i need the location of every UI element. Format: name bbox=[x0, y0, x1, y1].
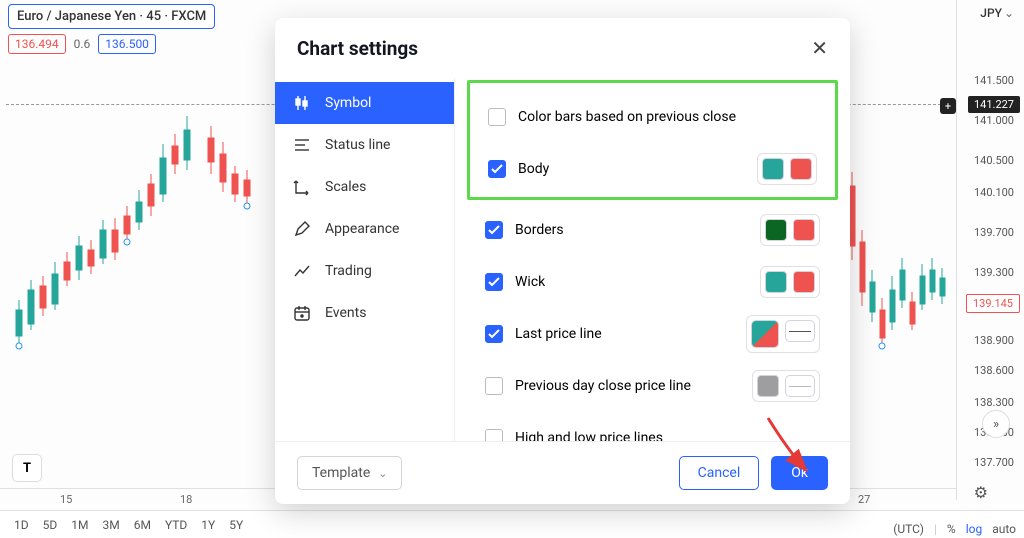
interval-ytd[interactable]: YTD bbox=[159, 514, 193, 536]
y-tick: 141.500 bbox=[974, 74, 1014, 87]
close-icon[interactable]: ✕ bbox=[811, 36, 828, 60]
gear-icon[interactable]: ⚙ bbox=[974, 483, 988, 502]
cancel-button[interactable]: Cancel bbox=[679, 456, 760, 490]
borders-up-color[interactable] bbox=[765, 219, 787, 241]
currency-dropdown[interactable]: JPY bbox=[980, 6, 1014, 20]
x-tick: 27 bbox=[858, 493, 870, 506]
ok-button[interactable]: Ok bbox=[771, 456, 828, 490]
sidebar-item-label: Scales bbox=[325, 179, 366, 195]
y-tick: 138.900 bbox=[974, 334, 1014, 347]
pen-icon bbox=[293, 220, 311, 238]
y-tick: 141.000 bbox=[974, 114, 1014, 127]
symbol-title[interactable]: Euro / Japanese Yen · 45 · FXCM bbox=[8, 4, 215, 29]
candles-icon bbox=[293, 94, 311, 112]
interval-1d[interactable]: 1D bbox=[8, 514, 35, 536]
last-price-line-style[interactable] bbox=[785, 320, 815, 342]
utc-label[interactable]: (UTC) bbox=[893, 522, 924, 536]
y-tick: 138.300 bbox=[974, 396, 1014, 409]
trend-icon bbox=[293, 262, 311, 280]
y-tick: 139.300 bbox=[974, 266, 1014, 279]
auto-toggle[interactable]: auto bbox=[992, 522, 1016, 536]
y-highlight-last: 139.145 bbox=[966, 294, 1020, 313]
x-tick: 18 bbox=[180, 493, 192, 506]
sidebar-item-status-line[interactable]: Status line bbox=[275, 124, 454, 166]
modal-title: Chart settings bbox=[297, 37, 418, 60]
y-highlight-dark: 141.227 bbox=[968, 96, 1020, 113]
sidebar-item-label: Trading bbox=[325, 263, 372, 279]
sidebar-item-scales[interactable]: Scales bbox=[275, 166, 454, 208]
settings-content: Color bars based on previous close Body bbox=[455, 78, 850, 441]
checkbox-last-price[interactable] bbox=[485, 325, 503, 343]
settings-sidebar: Symbol Status line Scales Appearance Trading… bbox=[275, 78, 455, 441]
candlestick-chart-right bbox=[846, 30, 956, 470]
wick-down-color[interactable] bbox=[793, 271, 815, 293]
y-tick: 139.700 bbox=[974, 226, 1014, 239]
checkbox-wick[interactable] bbox=[485, 273, 503, 291]
sidebar-item-label: Status line bbox=[325, 137, 390, 153]
label-last-price: Last price line bbox=[515, 326, 602, 342]
checkbox-body[interactable] bbox=[488, 160, 506, 178]
y-tick: 140.500 bbox=[974, 154, 1014, 167]
body-down-color[interactable] bbox=[790, 158, 812, 180]
interval-5y[interactable]: 5Y bbox=[223, 514, 249, 536]
x-tick: 15 bbox=[60, 493, 72, 506]
chevron-down-icon: ⌄ bbox=[378, 467, 387, 480]
y-tick: 140.100 bbox=[974, 186, 1014, 199]
axes-icon bbox=[293, 178, 311, 196]
checkbox-prev-day-close[interactable] bbox=[485, 377, 503, 395]
y-tick: 138.600 bbox=[974, 364, 1014, 377]
chart-settings-modal: Chart settings ✕ Symbol Status line Scales… bbox=[275, 18, 850, 504]
template-dropdown[interactable]: Template ⌄ bbox=[297, 456, 402, 490]
y-tick: 137.700 bbox=[974, 456, 1014, 469]
expand-icon[interactable]: » bbox=[982, 410, 1010, 438]
last-price-color[interactable] bbox=[751, 320, 779, 348]
axis-tools: (UTC) | % log auto bbox=[893, 522, 1016, 536]
prev-day-color[interactable] bbox=[757, 375, 779, 397]
body-up-color[interactable] bbox=[762, 158, 784, 180]
borders-down-color[interactable] bbox=[793, 219, 815, 241]
interval-bar: 1D5D1M3M6MYTD1Y5Y bbox=[0, 510, 1024, 538]
label-body: Body bbox=[518, 161, 549, 177]
prev-day-line-style[interactable] bbox=[785, 375, 815, 397]
checkbox-high-low[interactable] bbox=[485, 429, 503, 441]
label-high-low: High and low price lines bbox=[515, 430, 663, 441]
interval-1y[interactable]: 1Y bbox=[195, 514, 221, 536]
interval-3m[interactable]: 3M bbox=[96, 514, 125, 536]
interval-1m[interactable]: 1M bbox=[65, 514, 94, 536]
sidebar-item-label: Symbol bbox=[325, 95, 371, 111]
checkbox-borders[interactable] bbox=[485, 221, 503, 239]
wick-up-color[interactable] bbox=[765, 271, 787, 293]
sidebar-item-label: Events bbox=[325, 305, 366, 321]
label-wick: Wick bbox=[515, 274, 545, 290]
percent-toggle[interactable]: % bbox=[947, 522, 956, 536]
tradingview-logo[interactable]: T bbox=[12, 454, 42, 482]
interval-5d[interactable]: 5D bbox=[37, 514, 64, 536]
sidebar-item-trading[interactable]: Trading bbox=[275, 250, 454, 292]
sidebar-item-appearance[interactable]: Appearance bbox=[275, 208, 454, 250]
calendar-icon bbox=[293, 304, 311, 322]
annotation-highlight: Color bars based on previous close Body bbox=[467, 80, 838, 200]
symbol-bar: Euro / Japanese Yen · 45 · FXCM bbox=[8, 4, 215, 29]
label-prev-day-close: Previous day close price line bbox=[515, 378, 691, 394]
sidebar-item-symbol[interactable]: Symbol bbox=[275, 82, 454, 124]
label-borders: Borders bbox=[515, 222, 564, 238]
lines-icon bbox=[293, 136, 311, 154]
log-toggle[interactable]: log bbox=[966, 522, 983, 536]
checkbox-color-prev-close[interactable] bbox=[488, 108, 506, 126]
sidebar-item-events[interactable]: Events bbox=[275, 292, 454, 334]
interval-6m[interactable]: 6M bbox=[128, 514, 157, 536]
candlestick-chart-left bbox=[6, 30, 276, 470]
label-color-prev-close: Color bars based on previous close bbox=[518, 109, 736, 125]
sidebar-item-label: Appearance bbox=[325, 221, 399, 237]
